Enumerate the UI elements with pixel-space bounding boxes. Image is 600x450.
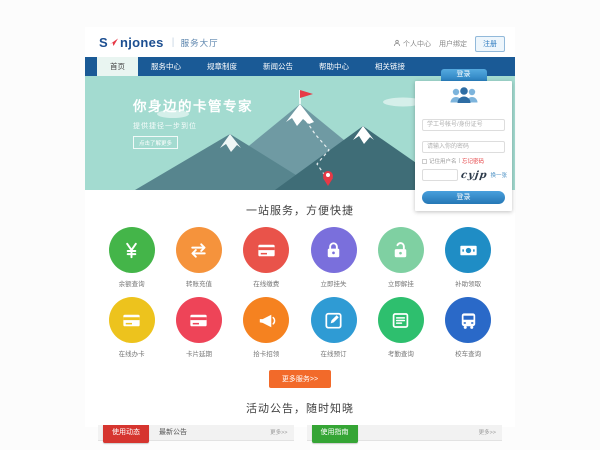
nav-item-0[interactable]: 首页 bbox=[97, 57, 138, 76]
captcha-input[interactable] bbox=[422, 169, 458, 181]
service-item-6[interactable]: 在线办卡 bbox=[98, 297, 165, 358]
service-item-2[interactable]: 在线缴费 bbox=[233, 227, 300, 288]
login-submit-button[interactable]: 登录 bbox=[422, 191, 505, 204]
hero-text: 你身边的卡管专家 提供捷径一步到位 点击了解更多 bbox=[133, 95, 253, 150]
header-right: 个人中心 用户绑定 注册 bbox=[393, 36, 505, 52]
nav-item-4[interactable]: 帮助中心 bbox=[306, 57, 362, 76]
service-item-10[interactable]: 考勤查询 bbox=[367, 297, 434, 358]
service-label: 立即解挂 bbox=[367, 278, 434, 288]
login-tab[interactable]: 登录 bbox=[441, 69, 487, 81]
transfer-arrows-icon bbox=[176, 227, 222, 273]
hero-cta-button[interactable]: 点击了解更多 bbox=[133, 136, 178, 149]
panel-more-link[interactable]: 更多>> bbox=[479, 425, 496, 441]
nav-item-1[interactable]: 服务中心 bbox=[138, 57, 194, 76]
lock-icon bbox=[311, 227, 357, 273]
remember-row: 记住用户名 | 忘记密码 bbox=[422, 157, 505, 165]
service-label: 余额查询 bbox=[98, 278, 165, 288]
logo-text-2: njones bbox=[120, 35, 164, 50]
bank-card-icon bbox=[176, 297, 222, 343]
panel-header-bar: 使用动态最新公告 更多>> bbox=[98, 425, 294, 441]
yen-icon bbox=[109, 227, 155, 273]
user-icon bbox=[393, 39, 401, 49]
user-binding-link[interactable]: 用户绑定 bbox=[439, 39, 467, 49]
list-icon bbox=[378, 297, 424, 343]
service-label: 在线缴费 bbox=[233, 278, 300, 288]
service-item-9[interactable]: 在线预订 bbox=[300, 297, 367, 358]
service-label: 在线办卡 bbox=[98, 348, 165, 358]
service-label: 转账充值 bbox=[165, 278, 232, 288]
hero-title: 你身边的卡管专家 bbox=[133, 95, 253, 115]
users-group-icon bbox=[422, 86, 505, 109]
logo-divider: | bbox=[172, 37, 175, 48]
separator: | bbox=[459, 158, 460, 164]
service-label: 考勤查询 bbox=[367, 348, 434, 358]
panel-header-bar: 使用指南 更多>> bbox=[307, 425, 503, 441]
captcha-row: cyjp 换一张 bbox=[422, 169, 505, 181]
announcement-panel-1: 使用指南 更多>> bbox=[307, 425, 503, 441]
captcha-image[interactable]: cyjp bbox=[460, 170, 488, 181]
personal-center-link[interactable]: 个人中心 bbox=[393, 39, 431, 49]
screenshot-canvas: S njones | 服务大厅 个人中心 用户绑定 注册 bbox=[0, 0, 600, 450]
service-item-4[interactable]: 立即解挂 bbox=[367, 227, 434, 288]
page: S njones | 服务大厅 个人中心 用户绑定 注册 bbox=[85, 27, 515, 427]
service-item-7[interactable]: 卡片延期 bbox=[165, 297, 232, 358]
service-item-0[interactable]: 余额查询 bbox=[98, 227, 165, 288]
service-label: 拾卡招领 bbox=[233, 348, 300, 358]
login-panel: 登录 记住用户名 bbox=[415, 69, 512, 211]
service-label: 卡片延期 bbox=[165, 348, 232, 358]
bank-card-icon bbox=[243, 227, 289, 273]
announcements-title: 活动公告，随时知晓 bbox=[85, 400, 515, 416]
unlock-icon bbox=[378, 227, 424, 273]
announcement-panels: 使用动态最新公告 更多>> 使用指南 更多>> bbox=[85, 425, 515, 441]
announcement-panel-0: 使用动态最新公告 更多>> bbox=[98, 425, 294, 441]
banknote-icon bbox=[445, 227, 491, 273]
user-binding-label: 用户绑定 bbox=[439, 39, 467, 49]
service-label: 补助领取 bbox=[434, 278, 501, 288]
panel-ribbon-tab[interactable]: 使用动态 bbox=[103, 425, 149, 443]
logo[interactable]: S njones | 服务大厅 bbox=[99, 35, 219, 50]
captcha-refresh-link[interactable]: 换一张 bbox=[491, 171, 508, 179]
nav-item-2[interactable]: 规章制度 bbox=[194, 57, 250, 76]
password-input[interactable] bbox=[422, 141, 505, 153]
panel-more-link[interactable]: 更多>> bbox=[270, 425, 287, 441]
panel-secondary-tab[interactable]: 最新公告 bbox=[159, 425, 187, 441]
logo-text-1: S bbox=[99, 35, 108, 50]
site-subtitle: 服务大厅 bbox=[181, 37, 219, 49]
services-grid: 余额查询转账充值在线缴费立即挂失立即解挂补助领取在线办卡卡片延期拾卡招领在线预订… bbox=[85, 227, 515, 367]
more-services-wrap: 更多服务>> bbox=[85, 368, 515, 388]
megaphone-icon bbox=[243, 297, 289, 343]
account-input[interactable] bbox=[422, 119, 505, 131]
service-item-11[interactable]: 校车查询 bbox=[434, 297, 501, 358]
service-item-1[interactable]: 转账充值 bbox=[165, 227, 232, 288]
nav-item-3[interactable]: 新闻公告 bbox=[250, 57, 306, 76]
nav-item-5[interactable]: 相关链接 bbox=[362, 57, 418, 76]
service-item-8[interactable]: 拾卡招领 bbox=[233, 297, 300, 358]
logo-swoosh-icon bbox=[109, 35, 119, 50]
top-header: S njones | 服务大厅 个人中心 用户绑定 注册 bbox=[85, 27, 515, 57]
register-button[interactable]: 注册 bbox=[475, 36, 505, 52]
edit-pen-icon bbox=[311, 297, 357, 343]
forgot-password-link[interactable]: 忘记密码 bbox=[462, 157, 484, 165]
remember-checkbox[interactable] bbox=[422, 159, 427, 164]
service-item-5[interactable]: 补助领取 bbox=[434, 227, 501, 288]
service-label: 校车查询 bbox=[434, 348, 501, 358]
service-label: 立即挂失 bbox=[300, 278, 367, 288]
bus-icon bbox=[445, 297, 491, 343]
remember-label: 记住用户名 bbox=[429, 157, 457, 165]
personal-center-label: 个人中心 bbox=[403, 39, 431, 49]
login-card: 记住用户名 | 忘记密码 cyjp 换一张 登录 bbox=[415, 81, 512, 211]
panel-ribbon-tab[interactable]: 使用指南 bbox=[312, 425, 358, 443]
service-label: 在线预订 bbox=[300, 348, 367, 358]
hero-subtitle: 提供捷径一步到位 bbox=[133, 121, 253, 131]
service-item-3[interactable]: 立即挂失 bbox=[300, 227, 367, 288]
bank-card-icon bbox=[109, 297, 155, 343]
more-services-button[interactable]: 更多服务>> bbox=[269, 370, 331, 388]
